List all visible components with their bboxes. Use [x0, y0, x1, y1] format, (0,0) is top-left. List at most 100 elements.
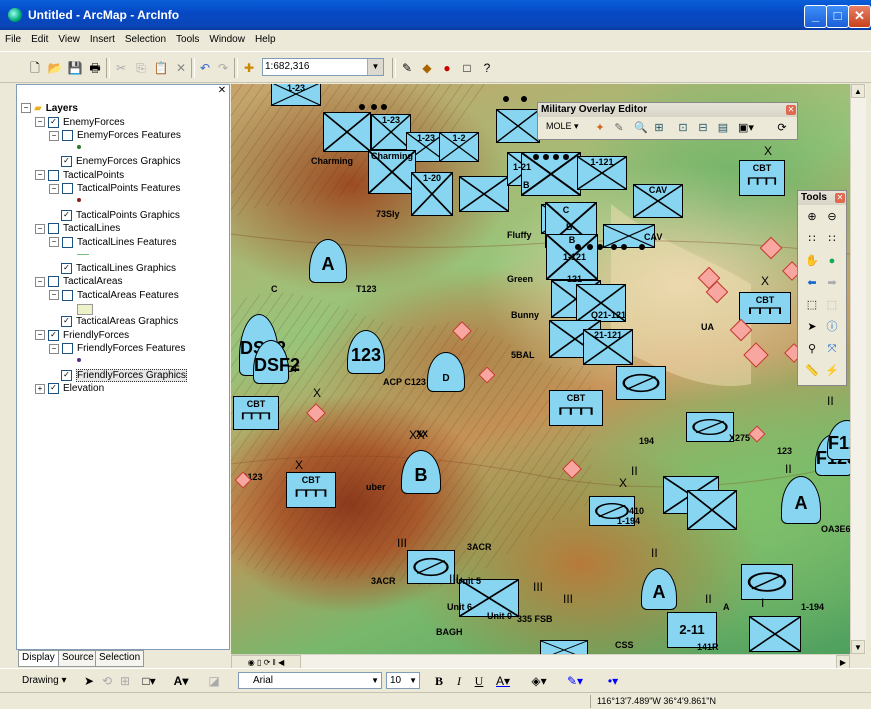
layer-visibility-checkbox[interactable]: ✓ — [48, 383, 59, 395]
unit-symbol[interactable]: 21-121 — [583, 329, 633, 365]
open-icon[interactable]: 📂 — [46, 59, 64, 77]
layer-visibility-checkbox[interactable]: ✓ — [61, 369, 72, 381]
select-elements-icon[interactable]: ➤ — [80, 672, 98, 690]
collapse-icon[interactable]: − — [49, 183, 59, 194]
toc-item[interactable]: − ✓ FriendlyForces — [35, 329, 129, 341]
toc-item[interactable]: − TacticalPoints Features — [49, 183, 180, 194]
echelon-icon[interactable]: ⊡ — [675, 120, 691, 136]
refresh-icon[interactable]: ⟳ — [774, 120, 790, 136]
tab-display[interactable]: Display — [18, 650, 59, 667]
fixed-zoom-in-icon[interactable]: ∷ — [804, 231, 820, 247]
toc-item[interactable]: − ✓ EnemyForces — [35, 116, 125, 128]
toc-item[interactable]: − FriendlyForces Features — [49, 343, 185, 354]
unit-symbol[interactable] — [686, 412, 734, 442]
unit-symbol[interactable] — [616, 366, 666, 400]
collapse-icon[interactable]: − — [49, 130, 59, 141]
collapse-icon[interactable]: − — [49, 290, 59, 301]
layer-visibility-checkbox[interactable]: ✓ — [48, 116, 59, 128]
collapse-icon[interactable]: − — [35, 170, 45, 181]
undo-icon[interactable]: ↶ — [196, 59, 214, 77]
layer-visibility-checkbox[interactable] — [62, 183, 73, 195]
layer-visibility-checkbox[interactable]: ✓ — [61, 209, 72, 221]
unit-symbol[interactable]: 1-121 — [577, 156, 627, 190]
map-scale-box[interactable]: 1:682,316 ▼ — [262, 58, 384, 76]
align-icon[interactable]: ⊟ — [695, 120, 711, 136]
layer-visibility-checkbox[interactable]: ✓ — [61, 156, 72, 168]
unit-symbol[interactable] — [741, 564, 793, 600]
menu-view[interactable]: View — [53, 30, 85, 45]
tools-close-icon[interactable]: ✕ — [835, 193, 845, 203]
find-icon[interactable]: 🔍 — [633, 120, 649, 136]
unit-symbol[interactable]: CBT — [549, 390, 603, 426]
command-line-icon[interactable]: □ — [458, 59, 476, 77]
unit-symbol[interactable]: 1-23 — [271, 84, 321, 106]
fixed-zoom-out-icon[interactable]: ∷ — [824, 231, 840, 247]
arctoolbox-icon[interactable]: ◆ — [418, 59, 436, 77]
menu-window[interactable]: Window — [204, 30, 250, 45]
hyperlink-icon[interactable]: ⚡ — [824, 363, 840, 379]
mole-dropdown[interactable]: MOLE ▾ — [546, 121, 579, 132]
close-button[interactable]: ✕ — [848, 5, 871, 28]
scroll-right-icon[interactable]: ▶ — [836, 655, 850, 669]
line-color-icon[interactable]: ✎▾ — [566, 672, 584, 690]
symbol-icon[interactable]: ✦ — [592, 120, 608, 136]
unit-symbol[interactable] — [749, 616, 801, 652]
layer-visibility-checkbox[interactable] — [48, 276, 59, 288]
unit-symbol[interactable]: 1-2 — [439, 132, 479, 162]
scroll-up-icon[interactable]: ▲ — [851, 84, 865, 98]
unit-symbol[interactable] — [687, 490, 737, 530]
horizontal-scrollbar[interactable]: ◉ ▯ ⟳ ‖ ◀ ▶ — [231, 654, 850, 669]
toc-item[interactable]: ✓ TacticalPoints Graphics — [49, 209, 180, 221]
text-tool-icon[interactable]: A▾ — [172, 672, 190, 690]
font-size-select[interactable]: 10 ▼ — [386, 672, 420, 689]
underline-button[interactable]: U — [470, 672, 488, 690]
scroll-down-icon[interactable]: ▼ — [851, 640, 865, 654]
full-extent-globe-icon[interactable]: ● — [824, 253, 840, 269]
unit-symbol[interactable] — [540, 640, 588, 654]
toc-item[interactable]: − TacticalPoints — [35, 169, 124, 181]
unit-symbol[interactable] — [496, 109, 540, 143]
italic-button[interactable]: I — [450, 672, 468, 690]
layer-visibility-checkbox[interactable] — [62, 343, 73, 355]
zoom-in-icon[interactable]: ⊕ — [804, 209, 820, 225]
tab-source[interactable]: Source — [58, 650, 98, 667]
collapse-icon[interactable]: − — [49, 237, 59, 248]
unit-symbol[interactable]: CBT — [233, 396, 279, 430]
menu-help[interactable]: Help — [250, 30, 281, 45]
toc-item[interactable]: − TacticalLines Features — [49, 236, 177, 248]
paste-icon[interactable]: 📋 — [152, 59, 170, 77]
unit-symbol[interactable]: Charming — [368, 150, 416, 194]
layer-visibility-checkbox[interactable]: ✓ — [61, 262, 72, 274]
clear-selection-icon[interactable]: ⬚ — [824, 297, 840, 313]
zoom-whole-page-icon[interactable]: ⊞ — [116, 672, 134, 690]
drawing-menu[interactable]: Drawing ▾ — [22, 675, 67, 686]
layer-visibility-checkbox[interactable] — [62, 130, 73, 141]
toc-item[interactable]: − EnemyForces Features — [49, 130, 181, 141]
page-view-buttons[interactable]: ◉ ▯ ⟳ ‖ ◀ — [231, 655, 301, 669]
zoom-out-icon[interactable]: ⊖ — [824, 209, 840, 225]
toc-item[interactable]: + ✓ Elevation — [35, 383, 104, 394]
font-name-select[interactable]: Arial ▼ — [238, 672, 382, 689]
menu-file[interactable]: File — [0, 30, 26, 45]
toc-close-icon[interactable]: ✕ — [216, 86, 228, 96]
edit-symbol-icon[interactable]: ✎ — [611, 120, 627, 136]
unit-symbol[interactable]: 1-23 — [371, 114, 411, 150]
layer-visibility-checkbox[interactable] — [62, 289, 73, 301]
unit-symbol[interactable]: 1-20 — [411, 172, 453, 216]
save-icon[interactable]: 💾 — [66, 59, 84, 77]
toc-item[interactable]: − TacticalAreas — [35, 276, 122, 288]
menu-selection[interactable]: Selection — [120, 30, 171, 45]
print-icon[interactable]: 🖶 — [86, 59, 104, 77]
marker-color-icon[interactable]: •▾ — [604, 672, 622, 690]
toc-item[interactable]: ✓ FriendlyForces Graphics — [49, 368, 187, 382]
editor-toolbar-icon[interactable]: ✎ — [398, 59, 416, 77]
edit-vertices-icon[interactable]: ◪ — [205, 672, 223, 690]
collapse-icon[interactable]: − — [35, 330, 45, 341]
bold-button[interactable]: B — [430, 672, 448, 690]
copy-icon[interactable]: ⎘ — [132, 59, 150, 77]
forward-arrow-icon[interactable]: ➡ — [824, 275, 840, 291]
properties-icon[interactable]: ⊞ — [651, 120, 667, 136]
layer-visibility-checkbox[interactable]: ✓ — [48, 329, 59, 341]
new-icon[interactable]: 🗋 — [26, 59, 44, 77]
chevron-down-icon[interactable]: ▼ — [367, 59, 383, 75]
